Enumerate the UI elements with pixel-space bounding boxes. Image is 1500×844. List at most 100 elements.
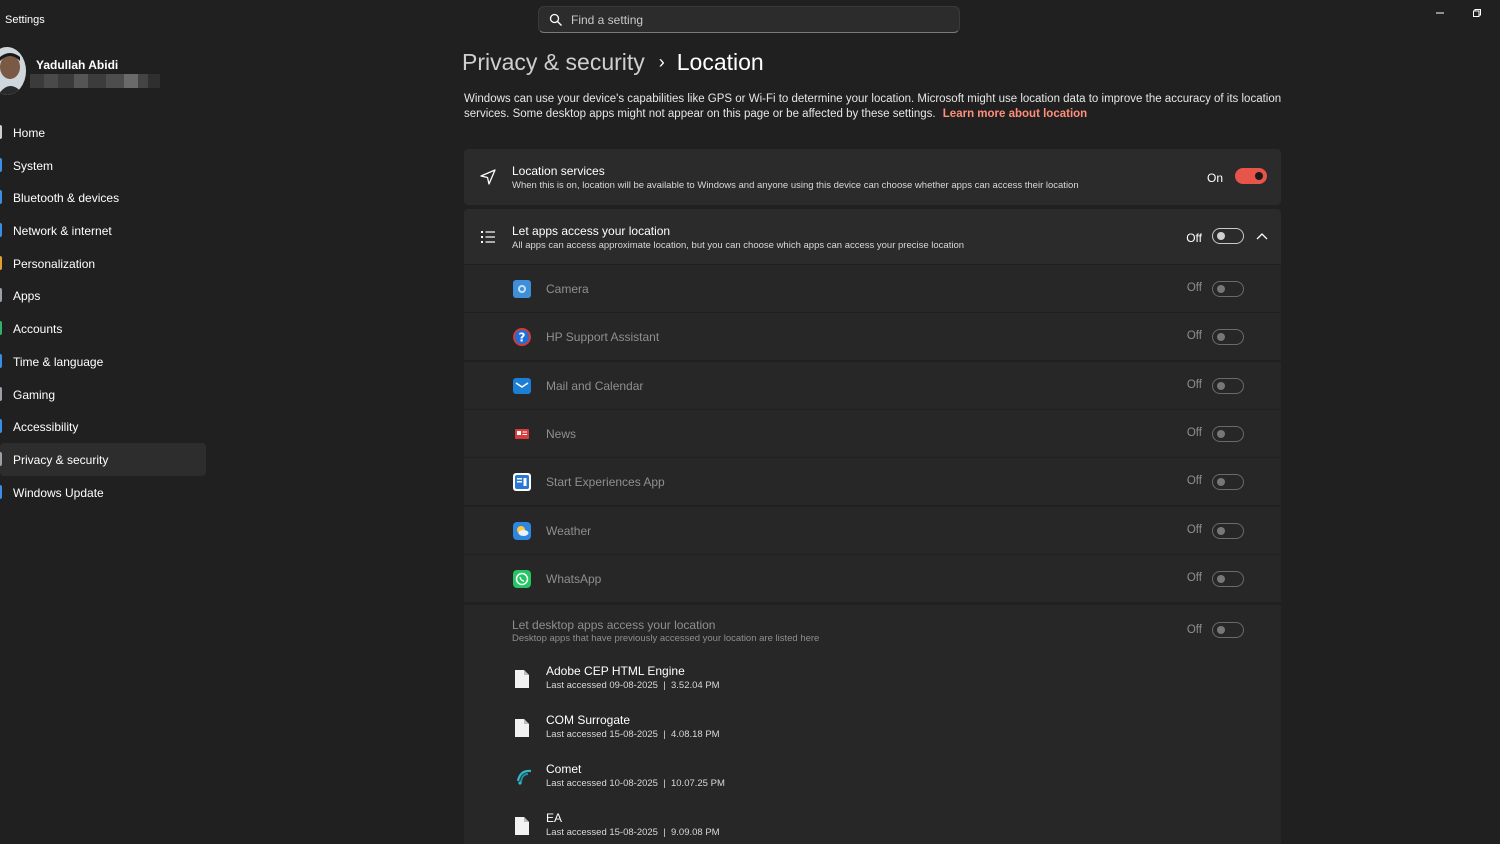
sidebar-item-network-internet[interactable]: Network & internet (0, 214, 206, 247)
desktop-app-row: EA Last accessed 15-08-2025 | 9.09.08 PM (512, 809, 1112, 844)
comet-icon (514, 767, 532, 787)
location-services-title: Location services (512, 164, 605, 178)
desktop-app-last-accessed: Last accessed 15-08-2025 | 4.08.18 PM (546, 729, 720, 740)
svg-text:?: ? (519, 331, 526, 345)
sidebar-item-label: Windows Update (13, 485, 104, 500)
apps-access-card[interactable]: Let apps access your location All apps c… (464, 209, 1281, 264)
app-name: Weather (546, 523, 592, 538)
description-text: Windows can use your device's capabiliti… (464, 93, 1282, 120)
news-icon (512, 424, 532, 444)
desktop-app-name: Adobe CEP HTML Engine (546, 664, 685, 678)
restore-button[interactable] (1466, 4, 1488, 22)
search-input[interactable] (571, 11, 941, 29)
app-state: Off (1186, 378, 1202, 391)
chevron-up-icon[interactable] (1255, 230, 1269, 244)
app-state: Off (1186, 475, 1202, 488)
breadcrumb-parent[interactable]: Privacy & security (462, 49, 645, 76)
user-photo (0, 47, 26, 95)
apps-access-state: Off (1186, 231, 1202, 245)
desktop-app-name: Comet (546, 762, 582, 776)
app-name: Camera (546, 282, 589, 296)
app-row-weather: Weather Off (464, 506, 1281, 554)
windows-update-icon (0, 484, 2, 499)
app-title: Settings (5, 14, 45, 26)
weather-icon (512, 521, 532, 541)
desktop-apps-title: Let desktop apps access your location (512, 618, 716, 632)
sidebar-item-time-language[interactable]: Time & language (0, 345, 206, 378)
desktop-app-name: COM Surrogate (546, 713, 631, 727)
app-location-toggle[interactable] (1212, 281, 1244, 297)
time-language-icon (0, 353, 2, 368)
desktop-apps-state: Off (1186, 624, 1202, 636)
apps-icon (0, 288, 2, 303)
search-box[interactable] (538, 6, 960, 33)
home-icon (0, 125, 2, 139)
user-name: Yadullah Abidi (36, 58, 119, 72)
sidebar-item-home[interactable]: Home (0, 116, 206, 149)
camera-icon (512, 279, 532, 299)
network-icon (0, 223, 2, 238)
app-state: Off (1186, 282, 1202, 294)
desktop-apps-subtitle: Desktop apps that have previously access… (512, 633, 820, 644)
app-name: HP Support Assistant (546, 330, 660, 345)
app-location-toggle[interactable] (1212, 570, 1244, 587)
accounts-icon (0, 321, 2, 336)
minimize-icon (1436, 12, 1444, 14)
desktop-apps-toggle[interactable] (1212, 622, 1244, 638)
desktop-app-name: EA (546, 811, 563, 825)
start-experiences-icon (512, 472, 532, 492)
file-icon (514, 718, 530, 738)
app-location-toggle[interactable] (1212, 329, 1244, 346)
sidebar: Yadullah Abidi Home System Bluetooth & dev… (0, 40, 210, 844)
sidebar-item-apps[interactable]: Apps (0, 279, 206, 312)
app-row-mail-and-calendar: Mail and Calendar Off (464, 361, 1281, 409)
sidebar-item-label: Time & language (13, 354, 104, 369)
location-services-state: On (1206, 171, 1223, 185)
whatsapp-icon (512, 569, 532, 589)
sidebar-item-gaming[interactable]: Gaming (0, 378, 206, 411)
sidebar-item-label: Home (13, 126, 46, 140)
page-description: Windows can use your device's capabiliti… (464, 92, 1294, 122)
sidebar-item-accessibility[interactable]: Accessibility (0, 410, 206, 443)
location-services-card[interactable]: Location services When this is on, locat… (464, 149, 1281, 205)
personalization-icon (0, 255, 2, 270)
user-email-redacted (30, 74, 160, 88)
sidebar-item-label: Bluetooth & devices (13, 191, 120, 206)
sidebar-item-accounts[interactable]: Accounts (0, 312, 206, 345)
app-row-start-experiences-app: Start Experiences App Off (464, 458, 1281, 506)
app-location-toggle[interactable] (1212, 425, 1244, 442)
sidebar-item-windows-update[interactable]: Windows Update (0, 476, 206, 509)
desktop-app-row: Comet Last accessed 10-08-2025 | 10.07.25… (512, 760, 1112, 800)
sidebar-item-label: Gaming (13, 387, 56, 402)
avatar[interactable] (0, 47, 26, 95)
app-location-toggle[interactable] (1212, 522, 1244, 539)
sidebar-item-label: Network & internet (13, 224, 112, 239)
app-location-toggle[interactable] (1212, 377, 1244, 394)
desktop-app-last-accessed: Last accessed 09-08-2025 | 3.52.04 PM (546, 680, 720, 691)
sidebar-item-personalization[interactable]: Personalization (0, 247, 206, 280)
app-location-toggle[interactable] (1212, 474, 1244, 491)
sidebar-item-bluetooth-devices[interactable]: Bluetooth & devices (0, 181, 206, 214)
bluetooth-icon (0, 190, 2, 205)
help-icon: ? (512, 327, 532, 347)
app-state: Off (1186, 523, 1202, 536)
app-row-whatsapp: WhatsApp Off (464, 554, 1281, 602)
apps-access-subtitle: All apps can access approximate location… (512, 240, 965, 251)
sidebar-item-label: Privacy & security (13, 452, 109, 467)
location-services-toggle[interactable] (1235, 168, 1267, 184)
minimize-button[interactable] (1429, 4, 1451, 22)
location-services-subtitle: When this is on, location will be availa… (512, 180, 1079, 191)
apps-access-toggle[interactable] (1212, 228, 1244, 244)
learn-more-link[interactable]: Learn more about location (943, 108, 1087, 120)
desktop-app-row: Adobe CEP HTML Engine Last accessed 09-08… (512, 662, 1112, 702)
desktop-app-last-accessed: Last accessed 10-08-2025 | 10.07.25 PM (546, 778, 725, 789)
file-icon (514, 816, 530, 836)
sidebar-item-privacy-security[interactable]: Privacy & security (0, 442, 206, 476)
sidebar-item-system[interactable]: System (0, 149, 206, 182)
app-row-camera: Camera Off (464, 265, 1281, 312)
restore-icon (1473, 9, 1481, 17)
app-state: Off (1186, 571, 1202, 584)
list-icon (481, 231, 495, 243)
desktop-app-last-accessed: Last accessed 15-08-2025 | 9.09.08 PM (546, 827, 720, 838)
app-row-hp-support-assistant: ? HP Support Assistant Off (464, 313, 1281, 361)
